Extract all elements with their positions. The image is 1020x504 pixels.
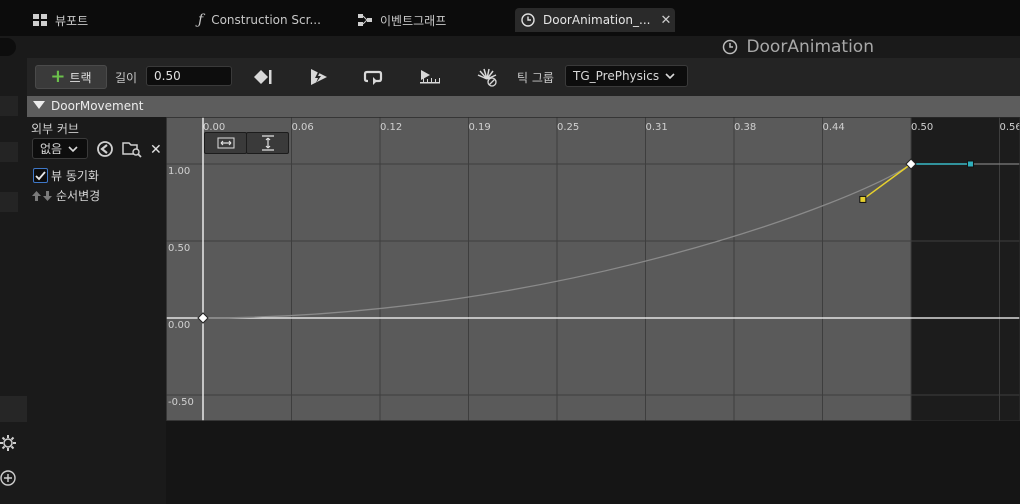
external-curve-label: 외부 커브 xyxy=(31,122,79,136)
add-track-button[interactable]: + 트랙 xyxy=(35,65,107,89)
external-curve-dropdown[interactable]: 없음 xyxy=(32,138,88,159)
time-tick-label: 0.12 xyxy=(380,122,402,133)
collapse-triangle-icon[interactable] xyxy=(33,101,45,109)
autoplay-button[interactable] xyxy=(307,66,331,88)
keyframe-end-icon xyxy=(254,70,272,84)
clear-curve-icon[interactable]: ✕ xyxy=(150,142,162,158)
move-up-icon[interactable] xyxy=(31,190,42,202)
chevron-down-icon xyxy=(665,73,675,80)
fit-vertical-icon xyxy=(261,135,274,151)
timeline-toolbar: + 트랙 길이 0.50 틱 그룹 TG_PrePhysics xyxy=(27,58,1020,96)
asset-title: DoorAnimation xyxy=(722,36,874,58)
tangent-handle-out xyxy=(966,160,974,168)
track-name: DoorMovement xyxy=(51,99,144,113)
left-search-field[interactable] xyxy=(0,38,16,56)
chevron-down-icon xyxy=(68,145,78,152)
browse-curve-button[interactable] xyxy=(122,140,142,161)
close-icon[interactable]: ✕ xyxy=(660,13,671,28)
active-range-background xyxy=(166,117,911,421)
use-selected-arrow-icon xyxy=(97,141,113,157)
time-tick-label: 0.50 xyxy=(911,122,933,133)
time-tick-label: 0.31 xyxy=(646,122,668,133)
clock-icon xyxy=(521,13,535,27)
folder-search-icon xyxy=(122,142,142,158)
ignore-dilation-icon xyxy=(477,68,497,87)
checkmark-icon xyxy=(35,171,46,181)
tab-bar: 뷰포트 ƒ Construction Scr... 이벤트그래프 DoorAni… xyxy=(0,0,1020,36)
length-label: 길이 xyxy=(115,71,138,85)
clock-icon xyxy=(723,39,738,55)
viewport-grid-icon xyxy=(33,14,47,26)
reorder-control: 순서변경 xyxy=(31,187,100,204)
value-tick-label: 0.50 xyxy=(168,243,190,254)
fit-horizontal-icon xyxy=(217,137,234,149)
curve-graph-canvas[interactable]: 0.00 0.06 0.12 0.19 0.25 0.31 0.38 0.44 0.50 0.56… xyxy=(165,116,1020,422)
loop-button[interactable] xyxy=(362,66,386,88)
tick-group-label: 틱 그룹 xyxy=(517,71,554,85)
tangent-handle-in xyxy=(859,195,867,203)
use-selected-curve-button[interactable] xyxy=(96,140,114,161)
add-track-label: 트랙 xyxy=(69,70,92,85)
zoom-to-fit-horizontal-button[interactable] xyxy=(204,132,247,154)
asset-title-text: DoorAnimation xyxy=(746,37,874,57)
left-strip-row xyxy=(0,396,27,422)
event-graph-icon xyxy=(358,14,372,26)
time-tick-label: 0.25 xyxy=(557,122,579,133)
reorder-label: 순서변경 xyxy=(56,189,101,203)
replicated-button[interactable] xyxy=(418,66,442,88)
autoplay-icon xyxy=(311,69,327,85)
sync-view-label: 뷰 동기화 xyxy=(51,169,99,183)
function-icon: ƒ xyxy=(198,12,204,28)
add-circle-icon[interactable] xyxy=(0,469,18,490)
value-tick-label: -0.50 xyxy=(168,397,194,408)
loop-icon xyxy=(363,70,383,85)
gear-icon[interactable] xyxy=(0,434,18,455)
length-input[interactable]: 0.50 xyxy=(146,66,232,86)
tab-label: 이벤트그래프 xyxy=(380,13,447,28)
time-tick-label: 0.06 xyxy=(292,122,314,133)
time-tick-label: 0.19 xyxy=(469,122,491,133)
ignore-time-dilation-button[interactable] xyxy=(475,66,499,88)
value-tick-label: 0.00 xyxy=(168,320,190,331)
time-tick-label: 0.44 xyxy=(823,122,845,133)
asset-title-bar: DoorAnimation xyxy=(27,36,1020,58)
tick-group-value: TG_PrePhysics xyxy=(573,69,660,83)
use-last-keyframe-button[interactable] xyxy=(251,66,275,88)
tab-viewport[interactable]: 뷰포트 xyxy=(33,8,88,32)
track-options-panel: 외부 커브 없음 ✕ 뷰 동기화 순서변경 xyxy=(27,117,166,504)
left-strip-row xyxy=(0,142,18,162)
track-header[interactable]: DoorMovement xyxy=(27,96,1020,117)
time-tick-label: 0.56 xyxy=(1000,122,1020,133)
tab-label: DoorAnimation_... xyxy=(543,13,651,27)
time-tick-label: 0.38 xyxy=(734,122,756,133)
external-curve-value: 없음 xyxy=(40,142,63,156)
tick-group-dropdown[interactable]: TG_PrePhysics xyxy=(565,65,688,87)
replicate-icon xyxy=(420,70,440,84)
outside-range-background xyxy=(911,117,1020,421)
tab-door-animation[interactable]: DoorAnimation_... ✕ xyxy=(515,8,675,32)
sync-view-checkbox[interactable] xyxy=(33,168,48,183)
curve-graph[interactable]: 0.00 0.06 0.12 0.19 0.25 0.31 0.38 0.44 0.50 0.56… xyxy=(165,116,1020,422)
tab-label: 뷰포트 xyxy=(55,13,89,28)
left-side-strip xyxy=(0,36,27,504)
plus-icon: + xyxy=(50,66,66,87)
left-strip-row xyxy=(0,192,18,212)
tab-label: Construction Scr... xyxy=(211,13,321,27)
tab-event-graph[interactable]: 이벤트그래프 xyxy=(358,8,446,32)
tab-construction-script[interactable]: ƒ Construction Scr... xyxy=(198,8,321,32)
value-tick-label: 1.00 xyxy=(168,166,190,177)
zoom-to-fit-vertical-button[interactable] xyxy=(246,132,289,154)
graph-empty-area xyxy=(166,421,1020,504)
length-value: 0.50 xyxy=(154,69,181,83)
left-strip-row xyxy=(0,96,18,116)
move-down-icon[interactable] xyxy=(42,190,53,202)
